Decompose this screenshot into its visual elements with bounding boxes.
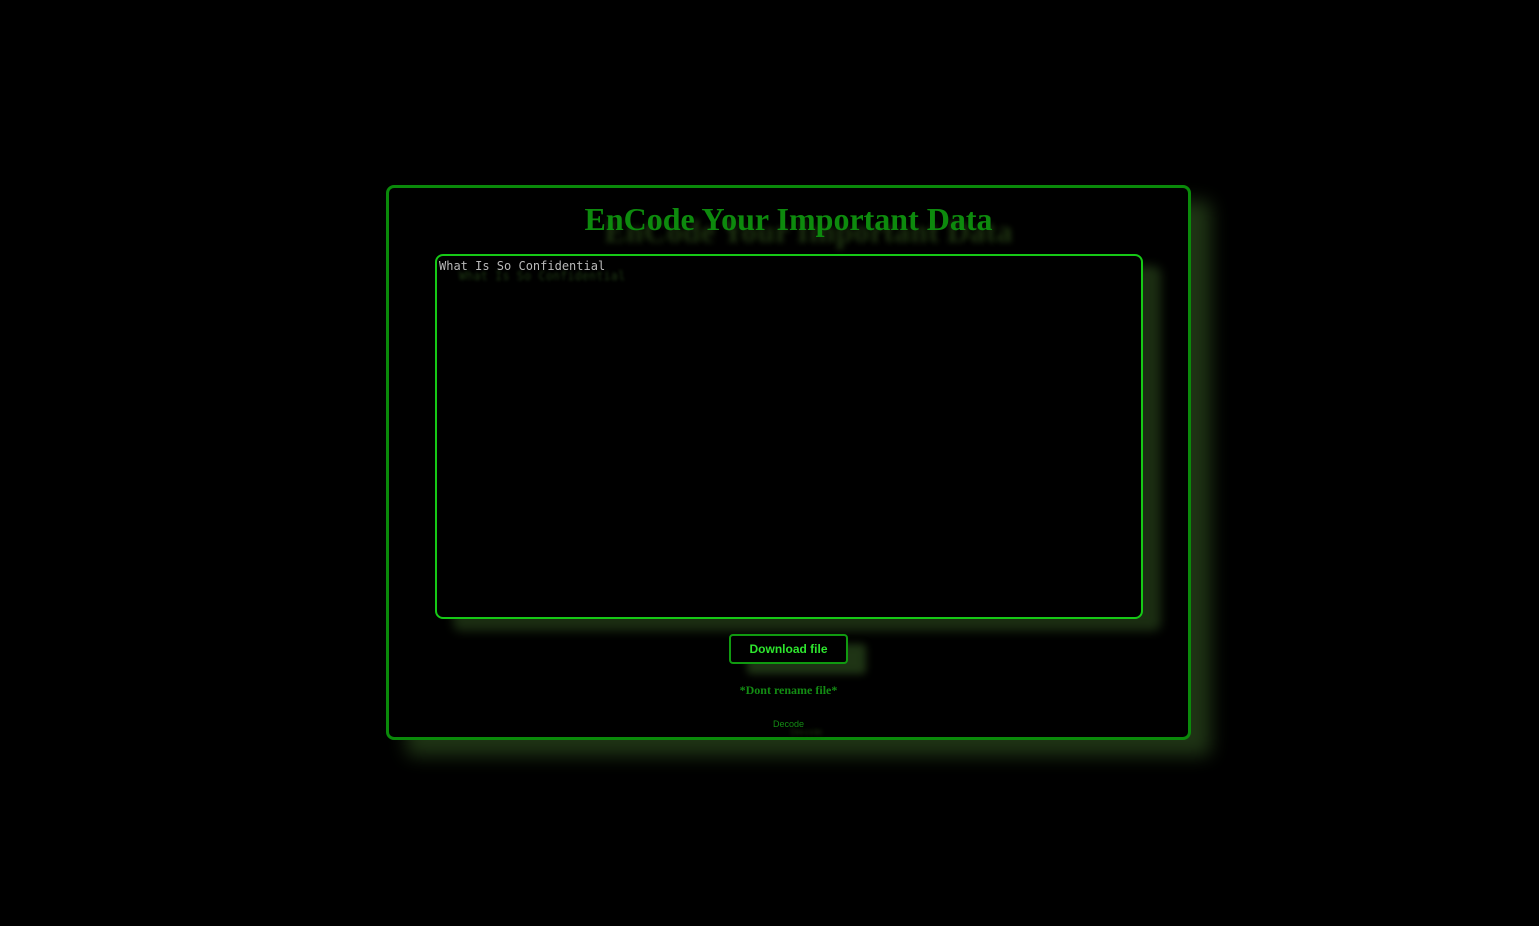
download-file-button[interactable]: Download file [729, 634, 848, 664]
confidential-text-input[interactable] [435, 254, 1143, 619]
decode-link[interactable]: Decode [773, 719, 804, 729]
rename-warning-note: *Dont rename file* [739, 683, 838, 697]
decode-link-container: Decode [389, 718, 1188, 730]
page-title: EnCode Your Important Data [584, 201, 993, 237]
encode-panel: EnCode Your Important Data Download file… [386, 185, 1191, 740]
